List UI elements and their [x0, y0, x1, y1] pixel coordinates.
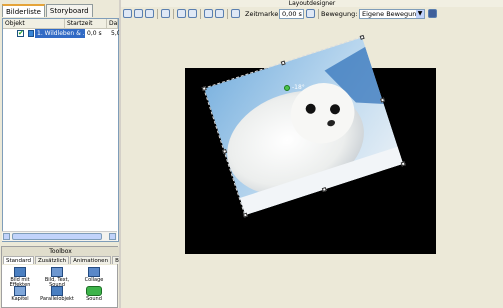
item-name: 1. Wildleben & ... [35, 29, 85, 38]
resize-handle[interactable] [380, 97, 386, 103]
resize-handle[interactable] [359, 34, 365, 40]
save-icon[interactable] [428, 9, 437, 18]
toolbox: Toolbox Standard Zusätzlich Animationen … [1, 246, 146, 308]
image-text-sound-icon [51, 267, 63, 277]
left-tabbar: Bilderliste Storyboard [2, 4, 94, 18]
fit-image-icon[interactable] [177, 9, 186, 18]
layout-toolbar: Zeitmarke: 0,00 s Bewegung: Eigene Beweg… [121, 8, 503, 21]
layout-designer: Layoutdesigner Zeitmarke: 0,00 s Bewegun… [121, 0, 503, 308]
tool-label: Collage [84, 277, 104, 283]
checkbox[interactable]: ✔ [17, 30, 24, 37]
chevron-down-icon[interactable]: ▼ [416, 10, 424, 18]
tool-bild-mit-effekten[interactable]: Bild mit Effekten [3, 267, 37, 288]
camera-icon[interactable] [215, 9, 224, 18]
bewegung-select[interactable]: Eigene Bewegung ▼ [359, 9, 425, 19]
tab-animationen[interactable]: Animationen [70, 256, 112, 264]
tab-standard[interactable]: Standard [3, 256, 35, 264]
object-list[interactable]: Objekt Startzeit Da ✔ 1. Wildleben & ...… [2, 18, 120, 242]
tool-label: Parallelobjekt [40, 296, 74, 302]
layout-canvas[interactable]: -18° [185, 34, 436, 254]
grid-icon[interactable] [161, 9, 170, 18]
column-objekt[interactable]: Objekt [3, 19, 65, 28]
tool-kapitel[interactable]: Kapitel [3, 286, 37, 302]
toolbox-tabs: Standard Zusätzlich Animationen Beschrif… [3, 256, 146, 264]
preview-icon[interactable] [204, 9, 213, 18]
zoom-out-icon[interactable] [134, 9, 143, 18]
zeitmarke-label: Zeitmarke: [245, 10, 281, 18]
chapter-icon [14, 286, 26, 296]
sound-icon [86, 286, 102, 296]
parallel-object-icon [51, 286, 63, 296]
zeitmarke-input[interactable]: 0,00 s [279, 9, 304, 19]
list-header: Objekt Startzeit Da [3, 19, 118, 29]
resize-handle[interactable] [321, 186, 327, 193]
image-effects-icon [14, 267, 26, 277]
toolbox-content: Bild mit Effekten Bild, Text, Sound Coll… [2, 265, 117, 307]
rotate-handle-icon[interactable] [284, 85, 290, 91]
item-start: 0,0 s [87, 30, 102, 37]
separator [227, 9, 228, 19]
separator [200, 9, 201, 19]
resize-handle[interactable] [400, 161, 406, 167]
tool-label: Kapitel [11, 296, 29, 302]
tab-zusaetzlich[interactable]: Zusätzlich [35, 256, 70, 264]
tab-storyboard[interactable]: Storyboard [45, 4, 93, 17]
zoom-in-icon[interactable] [123, 9, 132, 18]
layout-designer-title: Layoutdesigner [121, 0, 503, 7]
scroll-thumb[interactable] [12, 233, 102, 240]
collage-icon [88, 267, 100, 277]
list-item[interactable]: ✔ 1. Wildleben & ... 0,0 s 5,0 [3, 29, 120, 38]
separator [173, 9, 174, 19]
column-startzeit[interactable]: Startzeit [65, 19, 107, 28]
scroll-left-icon[interactable] [3, 233, 10, 240]
bewegung-label: Bewegung: [321, 10, 358, 18]
tool-bild-text-sound[interactable]: Bild, Text, Sound [40, 267, 74, 288]
toolbox-title: Toolbox [2, 247, 119, 256]
horizontal-scrollbar[interactable] [2, 231, 117, 241]
resize-handle[interactable] [242, 212, 248, 218]
bewegung-value: Eigene Bewegung [362, 10, 421, 18]
image-thumbnail-icon [28, 30, 34, 37]
zoom-fit-icon[interactable] [145, 9, 154, 18]
tool-collage[interactable]: Collage [77, 267, 111, 283]
set-keyframe-icon[interactable] [306, 9, 315, 18]
tool-sound[interactable]: Sound [77, 286, 111, 302]
separator [157, 9, 158, 19]
column-dauer[interactable]: Da [107, 19, 118, 28]
fill-image-icon[interactable] [188, 9, 197, 18]
tab-bilderliste[interactable]: Bilderliste [2, 4, 45, 17]
rotation-label: -18° [292, 84, 305, 91]
left-panel: Bilderliste Storyboard Objekt Startzeit … [0, 0, 146, 308]
seal-image[interactable] [201, 34, 406, 218]
seal-photo-icon [204, 37, 404, 216]
separator [318, 9, 319, 19]
scroll-right-icon[interactable] [109, 233, 116, 240]
tool-label: Sound [86, 296, 102, 302]
tool-parallelobjekt[interactable]: Parallelobjekt [40, 286, 74, 302]
timeline-icon[interactable] [231, 9, 240, 18]
